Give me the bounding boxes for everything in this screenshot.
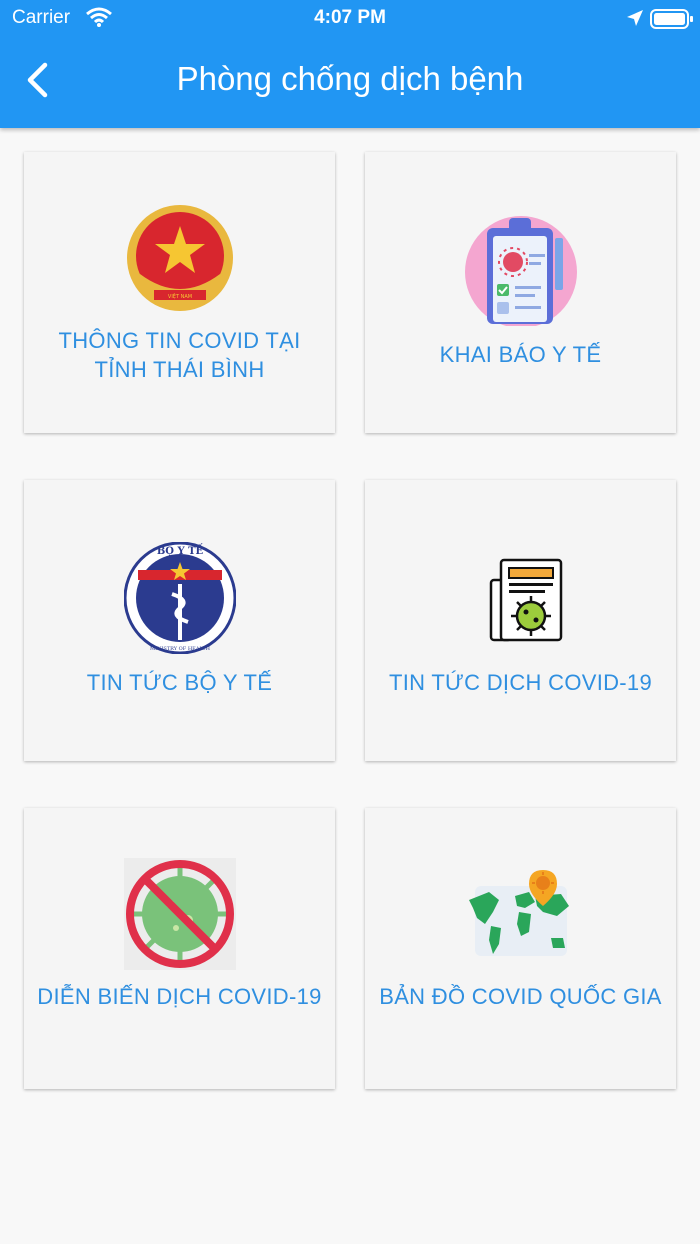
no-virus-icon (124, 858, 236, 970)
location-arrow-icon (626, 9, 644, 32)
emblem-text: VIỆT NAM (168, 292, 192, 300)
battery-icon (650, 8, 694, 35)
menu-card-covid-info[interactable]: VIỆT NAM THÔNG TIN COVID TẠI TỈNH THÁI B… (24, 152, 335, 433)
menu-card-covid-map[interactable]: BẢN ĐỒ COVID QUỐC GIA (365, 808, 676, 1089)
page-title: Phòng chống dịch bệnh (176, 60, 524, 97)
menu-card-covid-news[interactable]: TIN TỨC DỊCH COVID-19 (365, 480, 676, 761)
menu-card-covid-progress[interactable]: DIỄN BIẾN DỊCH COVID-19 (24, 808, 335, 1089)
menu-card-label: DIỄN BIẾN DỊCH COVID-19 (37, 984, 322, 1009)
menu-card-medical-declaration[interactable]: KHAI BÁO Y TẾ (365, 152, 676, 433)
status-bar: Carrier 4:07 PM (0, 0, 700, 36)
menu-card-label: KHAI BÁO Y TẾ (439, 342, 602, 367)
menu-card-label: TIN TỨC BỘ Y TẾ (86, 670, 273, 695)
app-bar: Carrier 4:07 PM Phòng chống dịch bệnh (0, 0, 700, 128)
menu-card-label: TIN TỨC DỊCH COVID-19 (388, 670, 653, 695)
menu-card-label: THÔNG TIN COVID TẠI TỈNH THÁI BÌNH (58, 328, 301, 382)
virus-newspaper-icon (465, 550, 577, 662)
ministry-of-health-logo-icon: BỘ Y TẾ MINISTRY OF HEALTH (123, 541, 237, 655)
vietnam-emblem-icon: VIỆT NAM (124, 204, 236, 316)
menu-card-moh-news[interactable]: BỘ Y TẾ MINISTRY OF HEALTH TIN TỨC BỘ Y … (24, 480, 335, 761)
medical-clipboard-icon (465, 214, 577, 328)
moh-bottom-text: MINISTRY OF HEALTH (150, 646, 211, 652)
status-time: 4:07 PM (314, 7, 386, 28)
world-map-pin-icon (465, 866, 577, 978)
moh-top-text: BỘ Y TẾ (157, 544, 204, 557)
menu-card-label: BẢN ĐỒ COVID QUỐC GIA (379, 984, 662, 1009)
